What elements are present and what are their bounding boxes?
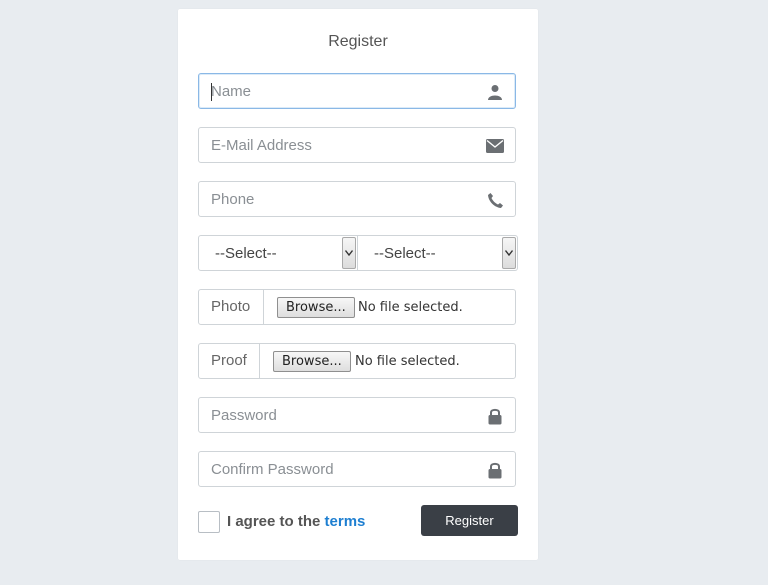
photo-browse-button[interactable]: Browse...: [277, 297, 355, 318]
lock-icon: [486, 407, 504, 425]
select-1-value: --Select--: [215, 245, 277, 262]
register-button[interactable]: Register: [421, 505, 518, 536]
form-title: Register: [328, 33, 388, 50]
name-input[interactable]: [199, 74, 469, 108]
agree-label: I agree to the terms: [227, 513, 365, 530]
register-card: Register --Select-- --Select--: [178, 9, 538, 560]
password-input[interactable]: [199, 398, 469, 432]
confirm-password-field-wrapper: [198, 451, 516, 487]
photo-upload-row: Photo Browse... No file selected.: [198, 289, 516, 325]
proof-upload-row: Proof Browse... No file selected.: [198, 343, 516, 379]
photo-file-status: No file selected.: [358, 300, 463, 315]
chevron-down-icon: [342, 237, 356, 269]
phone-field-wrapper: [198, 181, 516, 217]
select-2-value: --Select--: [374, 245, 436, 262]
photo-label: Photo: [199, 290, 264, 324]
name-field-wrapper: [198, 73, 516, 109]
agree-text: I agree to the: [227, 513, 325, 530]
text-cursor: [211, 83, 212, 101]
email-input[interactable]: [199, 128, 469, 162]
phone-input[interactable]: [199, 182, 469, 216]
password-field-wrapper: [198, 397, 516, 433]
confirm-password-input[interactable]: [199, 452, 469, 486]
proof-file-status: No file selected.: [355, 354, 460, 369]
terms-checkbox[interactable]: [198, 511, 220, 533]
proof-label: Proof: [199, 344, 260, 378]
select-dropdown-1[interactable]: --Select--: [198, 235, 358, 271]
phone-icon: [486, 191, 504, 209]
email-field-wrapper: [198, 127, 516, 163]
envelope-icon: [486, 137, 504, 155]
chevron-down-icon: [502, 237, 516, 269]
user-icon: [486, 83, 504, 101]
select-dropdown-2[interactable]: --Select--: [358, 235, 518, 271]
lock-icon: [486, 461, 504, 479]
proof-browse-button[interactable]: Browse...: [273, 351, 351, 372]
terms-link[interactable]: terms: [325, 513, 366, 530]
